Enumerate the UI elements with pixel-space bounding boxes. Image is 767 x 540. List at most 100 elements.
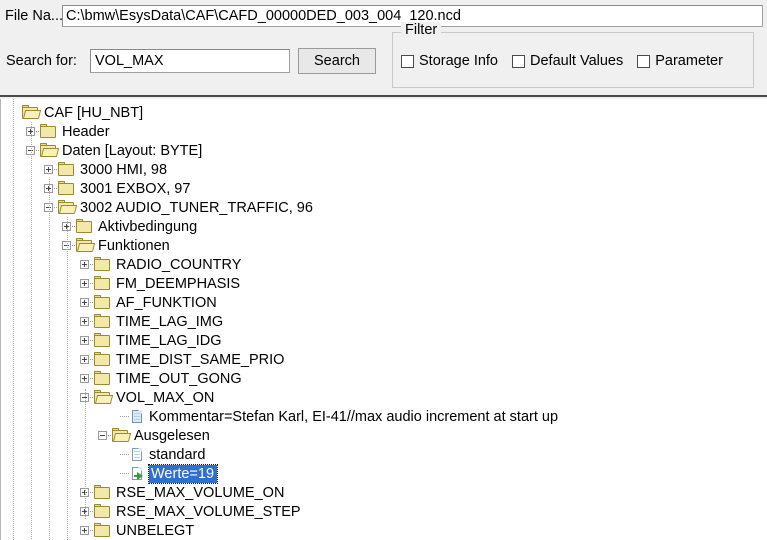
tree-item[interactable]: TIME_OUT_GONG <box>1 369 767 388</box>
tree-connector <box>113 445 130 464</box>
search-button[interactable]: Search <box>298 48 376 74</box>
folder-open-icon <box>58 200 78 215</box>
folder-closed-icon <box>40 124 58 139</box>
expand-icon[interactable] <box>77 369 95 388</box>
tree-item[interactable]: standard <box>1 445 767 464</box>
filter-checkbox-list: Storage Info Default Values Parameter <box>401 53 723 69</box>
folder-closed-icon <box>94 257 112 272</box>
folder-closed-icon <box>58 181 76 196</box>
tree-connector <box>113 407 130 426</box>
search-input[interactable]: VOL_MAX <box>90 49 290 73</box>
folder-open-icon <box>76 238 96 253</box>
folder-closed-icon <box>58 162 76 177</box>
tree-item-label: 3002 AUDIO_TUNER_TRAFFIC, 96 <box>80 199 313 216</box>
folder-open-icon <box>94 390 114 405</box>
expand-icon[interactable] <box>77 274 95 293</box>
folder-closed-icon <box>94 485 112 500</box>
checkbox-icon[interactable] <box>401 54 414 68</box>
tree-item-label: FM_DEEMPHASIS <box>116 275 241 292</box>
expand-icon[interactable] <box>41 160 59 179</box>
file-name-row: File Na... C:\bmw\EsysData\CAF\CAFD_0000… <box>0 4 767 28</box>
tree-item-label: CAF [HU_NBT] <box>44 104 144 121</box>
tree-item-label: Werte=19 <box>147 463 219 484</box>
tree-item-label: Daten [Layout: BYTE] <box>62 142 203 159</box>
tree-item[interactable]: Ausgelesen <box>1 426 767 445</box>
tree-panel[interactable]: CAF [HU_NBT] Header Daten [Layout: BYTE] 30… <box>0 99 767 540</box>
tree-item[interactable]: TIME_LAG_IMG <box>1 312 767 331</box>
tree-item-label: 3000 HMI, 98 <box>80 161 168 178</box>
tree-item[interactable]: CAF [HU_NBT] <box>1 103 767 122</box>
tree-item-label: Aktivbedingung <box>98 218 198 235</box>
tree-item[interactable]: Header <box>1 122 767 141</box>
filter-parameter[interactable]: Parameter <box>637 53 723 69</box>
checkbox-icon[interactable] <box>512 54 525 68</box>
search-for-label: Search for: <box>6 53 77 69</box>
expand-icon[interactable] <box>77 521 95 540</box>
folder-closed-icon <box>94 371 112 386</box>
cafd-editor-window: File Na... C:\bmw\EsysData\CAF\CAFD_0000… <box>0 0 767 540</box>
tree-item[interactable]: 3002 AUDIO_TUNER_TRAFFIC, 96 <box>1 198 767 217</box>
tree-item[interactable]: RADIO_COUNTRY <box>1 255 767 274</box>
value-document-icon <box>130 466 145 482</box>
tree-item-label: standard <box>149 446 206 463</box>
tree-item-label: RSE_MAX_VOLUME_STEP <box>116 503 301 520</box>
filter-storage-info-label: Storage Info <box>419 53 498 69</box>
expand-icon[interactable] <box>77 255 95 274</box>
tree-item-label: Kommentar=Stefan Karl, EI-41//max audio … <box>149 408 559 425</box>
filter-default-values[interactable]: Default Values <box>512 53 623 69</box>
tree-item-label: TIME_DIST_SAME_PRIO <box>116 351 285 368</box>
tree-item[interactable]: Funktionen <box>1 236 767 255</box>
tree-guide-line <box>85 389 86 519</box>
tree-item-label: UNBELEGT <box>116 522 195 539</box>
collapse-icon[interactable] <box>95 426 113 445</box>
folder-open-icon <box>22 105 42 120</box>
tree-item[interactable]: TIME_DIST_SAME_PRIO <box>1 350 767 369</box>
tree-view: CAF [HU_NBT] Header Daten [Layout: BYTE] 30… <box>1 99 767 540</box>
expand-icon[interactable] <box>77 350 95 369</box>
tree-item[interactable]: Werte=19 <box>1 463 767 484</box>
toolbar: File Na... C:\bmw\EsysData\CAF\CAFD_0000… <box>0 0 767 97</box>
tree-item-label: Funktionen <box>98 237 170 254</box>
tree-item[interactable]: RSE_MAX_VOLUME_STEP <box>1 502 767 521</box>
filter-parameter-label: Parameter <box>655 53 723 69</box>
expand-icon[interactable] <box>77 331 95 350</box>
tree-item-label: Header <box>62 123 110 140</box>
tree-item[interactable]: Daten [Layout: BYTE] <box>1 141 767 160</box>
tree-guide-line <box>31 122 32 540</box>
tree-item[interactable]: UNBELEGT <box>1 521 767 540</box>
expand-icon[interactable] <box>77 312 95 331</box>
tree-item[interactable]: 3001 EXBOX, 97 <box>1 179 767 198</box>
tree-item[interactable]: RSE_MAX_VOLUME_ON <box>1 483 767 502</box>
search-row: Search for: VOL_MAX Search <box>0 48 376 74</box>
tree-item-label: RSE_MAX_VOLUME_ON <box>116 484 285 501</box>
tree-item-label: TIME_OUT_GONG <box>116 370 242 387</box>
filter-group: Filter Storage Info Default Values Param… <box>392 22 754 88</box>
folder-open-icon <box>40 143 60 158</box>
tree-item[interactable]: FM_DEEMPHASIS <box>1 274 767 293</box>
tree-item-label: RADIO_COUNTRY <box>116 256 242 273</box>
filter-storage-info[interactable]: Storage Info <box>401 53 498 69</box>
folder-closed-icon <box>94 314 112 329</box>
checkbox-icon[interactable] <box>637 54 651 68</box>
folder-closed-icon <box>94 295 112 310</box>
tree-item-label: VOL_MAX_ON <box>116 389 215 406</box>
tree-item[interactable]: VOL_MAX_ON <box>1 388 767 407</box>
filter-group-title: Filter <box>401 22 442 38</box>
filter-default-values-label: Default Values <box>530 53 624 69</box>
expand-icon[interactable] <box>77 293 95 312</box>
tree-item[interactable]: 3000 HMI, 98 <box>1 160 767 179</box>
tree-item[interactable]: Aktivbedingung <box>1 217 767 236</box>
tree-connector <box>113 464 130 483</box>
comment-document-icon <box>130 409 145 425</box>
tree-guide-line <box>13 99 14 540</box>
tree-item-label: TIME_LAG_IDG <box>116 332 222 349</box>
tree-item-label: TIME_LAG_IMG <box>116 313 224 330</box>
tree-guide-line <box>49 179 50 540</box>
tree-item[interactable]: TIME_LAG_IDG <box>1 331 767 350</box>
folder-closed-icon <box>94 352 112 367</box>
tree-guide-line <box>67 217 68 540</box>
document-icon <box>130 447 145 463</box>
tree-item[interactable]: AF_FUNKTION <box>1 293 767 312</box>
folder-closed-icon <box>94 504 112 519</box>
tree-item[interactable]: Kommentar=Stefan Karl, EI-41//max audio … <box>1 407 767 426</box>
